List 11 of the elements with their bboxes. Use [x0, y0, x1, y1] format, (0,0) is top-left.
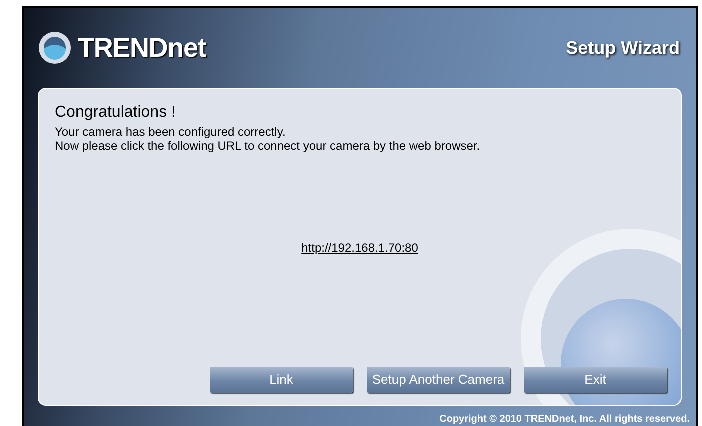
message-text: Now please click the following URL to connect your camera by the web browser.	[55, 139, 482, 153]
heading: Congratulations !	[55, 103, 177, 123]
logo-icon	[38, 31, 72, 65]
logo-text: TRENDnet	[78, 32, 206, 65]
copyright-text: Copyright © 2010 TRENDnet, Inc. All rights reserved.	[440, 413, 690, 426]
message-text: Your camera has been configured correctly.	[55, 125, 287, 139]
url-link[interactable]: http://192.168.1.70:80	[302, 239, 418, 257]
wizard-button[interactable]: Setup Another Camera	[367, 367, 510, 393]
window-title: Setup Wizard	[566, 36, 680, 60]
wizard-button[interactable]: Link	[210, 367, 353, 393]
wizard-button[interactable]: Exit	[524, 367, 667, 393]
